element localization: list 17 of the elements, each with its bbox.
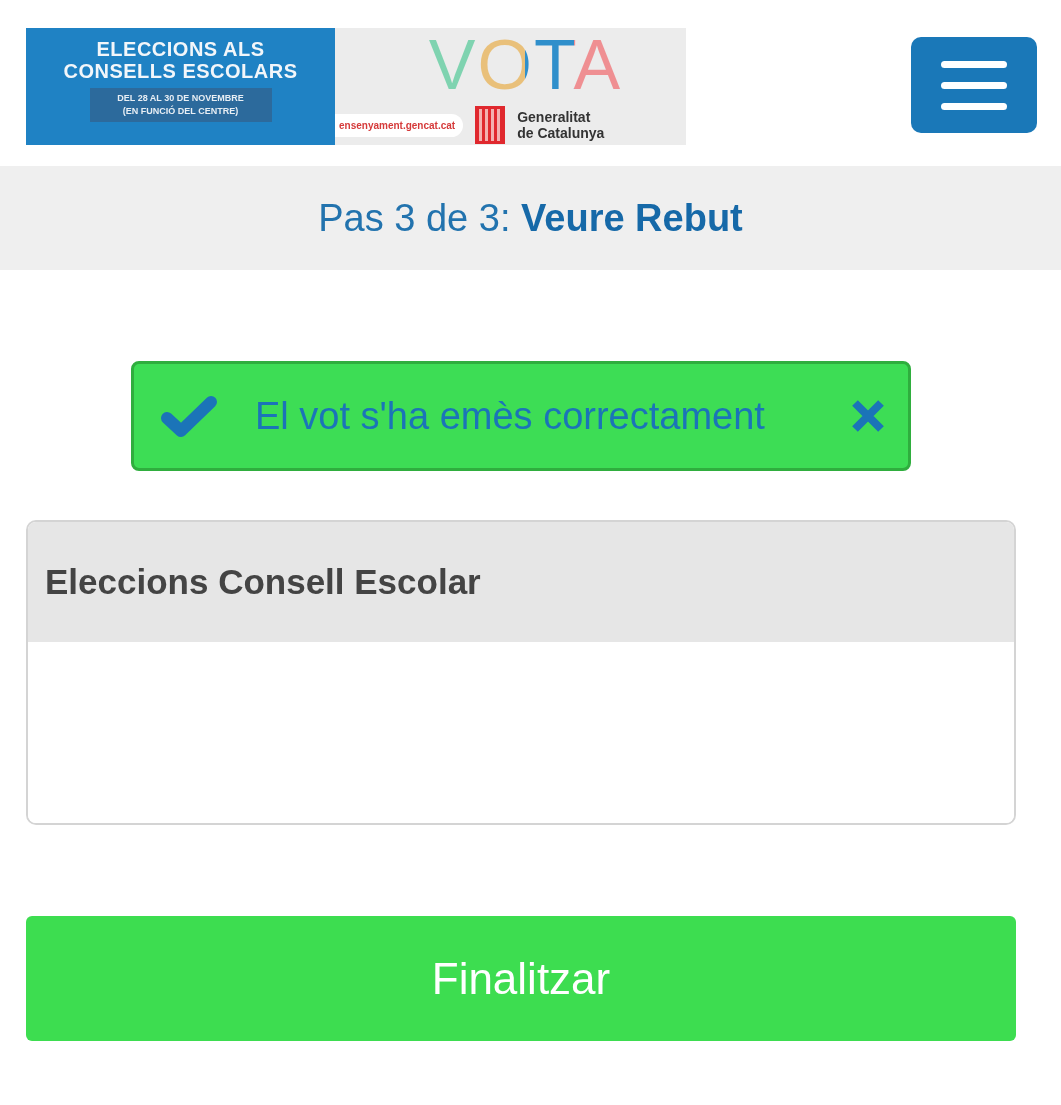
- banner-title: CONSELLS ESCOLARS: [63, 60, 298, 82]
- close-button[interactable]: [850, 398, 886, 434]
- date-text: (EN FUNCIÓ DEL CENTRE): [122, 105, 239, 118]
- website-label: ensenyament.gencat.cat: [335, 113, 464, 137]
- close-icon: [850, 398, 886, 434]
- menu-icon: [941, 60, 1007, 110]
- banner-title: ELECCIONS ALS: [96, 38, 265, 60]
- menu-button[interactable]: [911, 37, 1037, 133]
- finish-button[interactable]: Finalitzar: [26, 916, 1016, 1041]
- institution-name: Generalitat: [517, 109, 592, 125]
- date-text: DEL 28 AL 30 DE NOVEMBRE: [117, 92, 244, 105]
- alert-message: El vot s'ha emès correctament: [255, 394, 766, 438]
- institution-name: de Catalunya: [517, 125, 605, 141]
- striped-emblem-icon: [475, 106, 506, 144]
- panel-title: Eleccions Consell Escolar: [45, 562, 481, 602]
- step-indicator: Pas 3 de 3: Veure Rebut: [318, 196, 743, 240]
- check-icon: [160, 394, 218, 438]
